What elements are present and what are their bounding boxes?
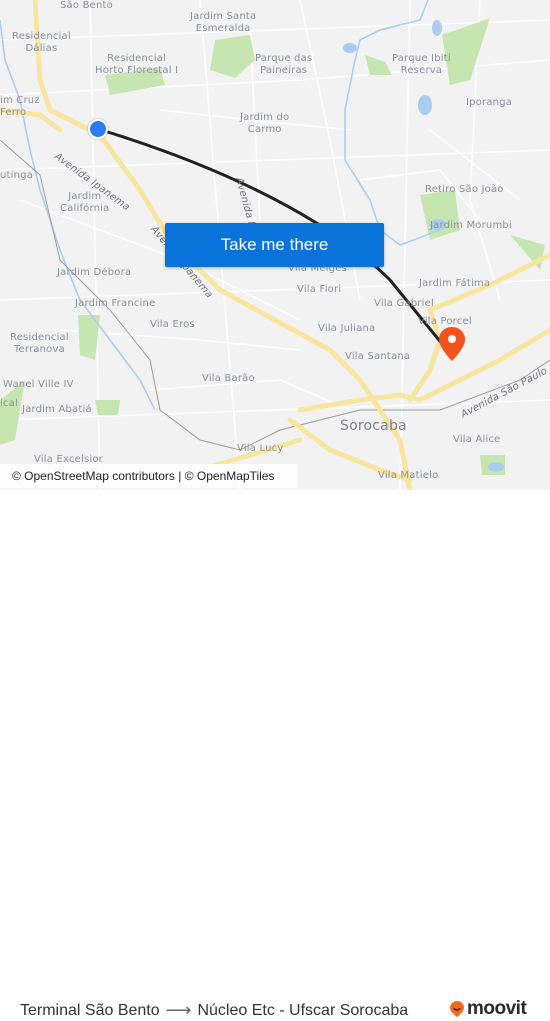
label-jardim-do-carmo: Jardim do Carmo — [240, 112, 290, 135]
label-jardim-debora: Jardim Débora — [57, 267, 132, 278]
take-me-there-button[interactable]: Take me there — [165, 223, 384, 267]
arrow-right-icon: ⟶ — [165, 1000, 192, 1020]
moovit-pin-icon — [450, 1001, 464, 1017]
label-retiro-sao-joao: Retiro São João — [425, 184, 504, 195]
label-parque-ibiti-reserva: Parque Ibiti Reserva — [392, 53, 451, 76]
label-vila-eros: Vila Eros — [150, 319, 195, 330]
label-jardim-fatima: Jardim Fátima — [419, 278, 491, 289]
label-city-sorocaba: Sorocaba — [340, 418, 407, 434]
label-vila-santana: Vila Santana — [345, 351, 411, 362]
label-sao-bento: São Bento — [60, 0, 113, 11]
label-jardim-morumbi: Jardim Morumbi — [430, 220, 512, 231]
footer-bar: Terminal São Bento ⟶ Núcleo Etc - Ufscar… — [0, 490, 550, 1020]
label-wanel-ville: Wanel Ville IV — [3, 379, 74, 390]
label-vila-juliana: Vila Juliana — [318, 323, 376, 334]
destination-name: Núcleo Etc - Ufscar Sorocaba — [197, 1001, 409, 1019]
map-canvas[interactable]: São Bento Residencial Dálias Jardim Sant… — [0, 0, 550, 490]
label-jardim-francine: Jardim Francine — [75, 298, 156, 309]
label-jardim-cruz-ferro: im Cruz Ferro — [0, 95, 40, 118]
label-vila-gabriel: Vila Gabriel — [374, 298, 434, 309]
label-vila-matielo: Vila Matielo — [378, 470, 439, 481]
label-ical: ical — [0, 398, 18, 409]
moovit-wordmark: moovit — [467, 998, 527, 1019]
label-vila-barao: Vila Barão — [202, 373, 255, 384]
label-vila-lucy: Vila Lucy — [237, 443, 284, 454]
label-residencial-terranova: Residencial Terranova — [10, 332, 69, 355]
label-utinga: utinga — [0, 170, 34, 181]
map-attribution[interactable]: © OpenStreetMap contributors | © OpenMap… — [0, 464, 298, 488]
origin-name: Terminal São Bento — [20, 1001, 160, 1019]
label-residencial-dalias: Residencial Dálias — [12, 31, 71, 54]
origin-marker[interactable] — [88, 119, 108, 139]
label-vila-alice: Vila Alice — [453, 434, 501, 445]
label-vila-fiori: Vila Fiori — [297, 284, 342, 295]
route-summary: Terminal São Bento ⟶ Núcleo Etc - Ufscar… — [20, 1000, 408, 1021]
label-jardim-santa-esmeralda: Jardim Santa Esmeralda — [190, 11, 257, 34]
moovit-logo[interactable]: moovit — [449, 998, 527, 1020]
label-jardim-abatia: Jardim Abatiá — [22, 404, 92, 415]
label-residencial-horto-florestal: Residencial Horto Florestal I — [95, 53, 179, 76]
destination-pin-icon[interactable] — [438, 326, 466, 362]
label-parque-das-paineiras: Parque das Paineiras — [255, 53, 313, 76]
label-iporanga: Iporanga — [466, 97, 513, 108]
